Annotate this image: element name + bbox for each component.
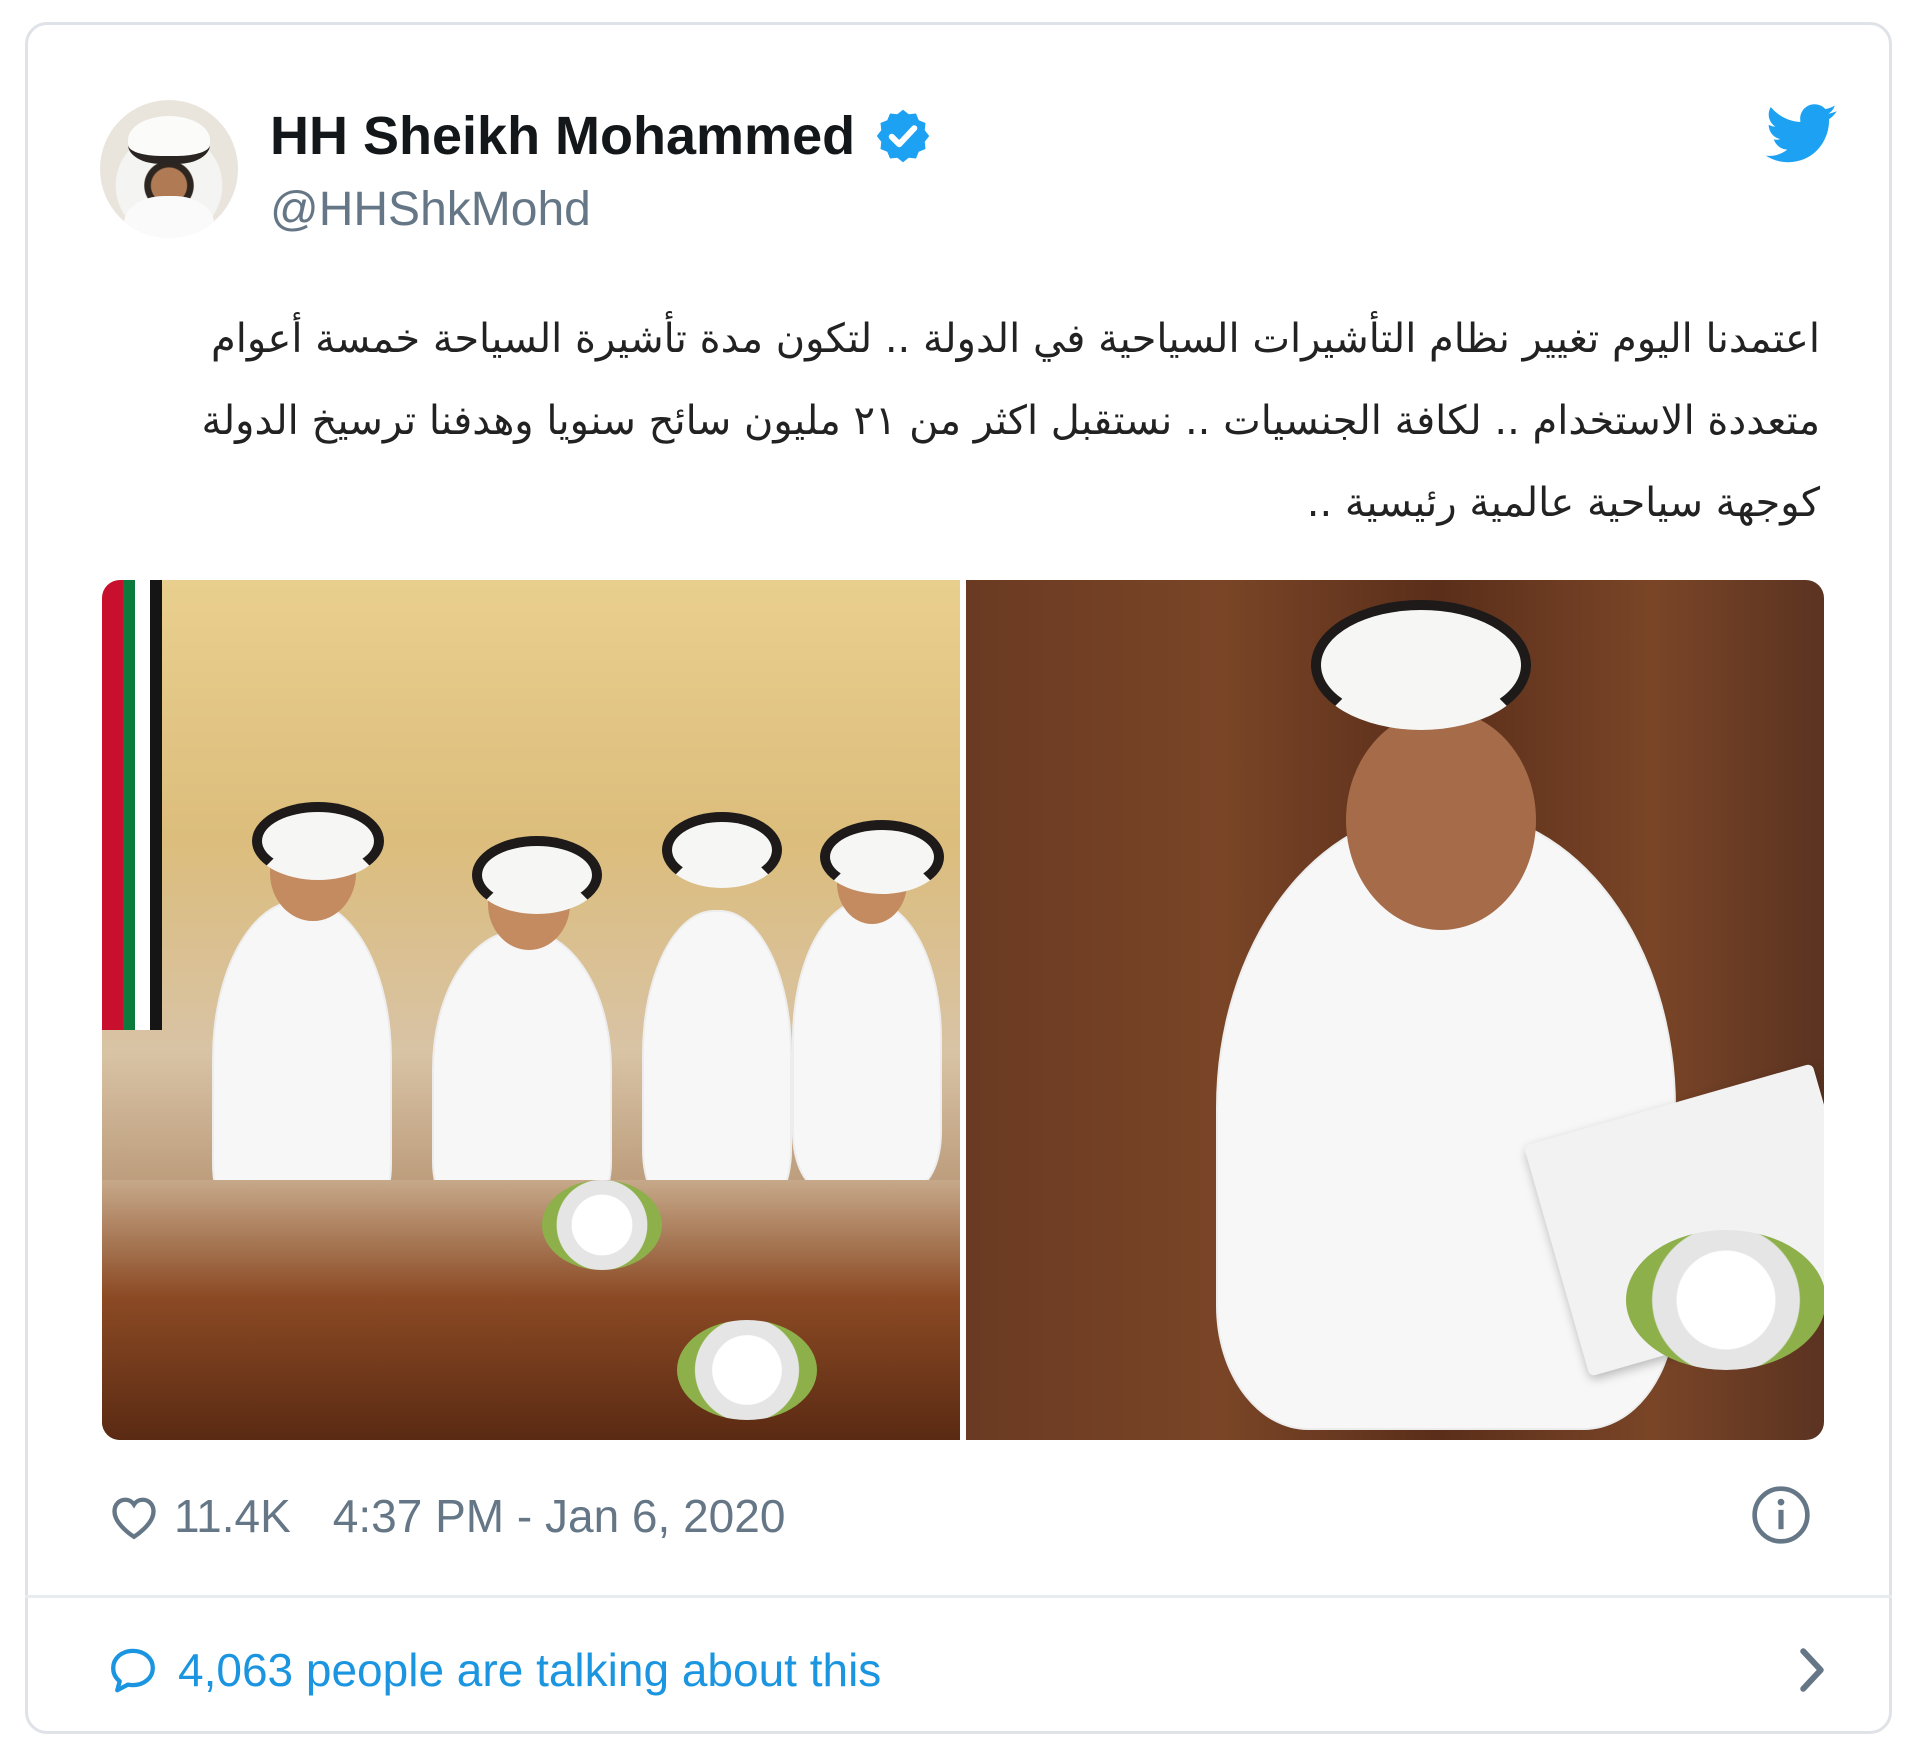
meeting-photo-right[interactable] [966, 580, 1824, 1440]
tweet-meta: 11.4K 4:37 PM - Jan 6, 2020 [108, 1486, 785, 1546]
headdress [472, 836, 602, 914]
twitter-bird-icon[interactable] [1766, 104, 1838, 164]
author-name[interactable]: HH Sheikh Mohammed [270, 104, 855, 168]
flower-arrangement [677, 1320, 817, 1420]
tweet-text: اعتمدنا اليوم تغيير نظام التأشيرات السيا… [201, 316, 1820, 526]
meeting-photo-left[interactable] [102, 580, 960, 1440]
tweet-media[interactable] [102, 580, 1824, 1440]
chevron-right-icon[interactable] [1792, 1640, 1832, 1700]
person-figure [432, 930, 612, 1220]
author-name-row[interactable]: HH Sheikh Mohammed [270, 104, 933, 168]
flag-image [102, 580, 162, 1030]
author-avatar[interactable] [100, 100, 238, 238]
tweet-timestamp[interactable]: 4:37 PM - Jan 6, 2020 [333, 1489, 786, 1543]
headdress [252, 802, 384, 880]
divider [25, 1595, 1892, 1598]
conversation-link[interactable]: 4,063 people are talking about this [106, 1640, 881, 1700]
flower-arrangement [542, 1180, 662, 1270]
like-count[interactable]: 11.4K [174, 1489, 291, 1543]
headdress [1311, 600, 1531, 730]
headdress [820, 820, 944, 894]
heart-icon[interactable] [108, 1492, 160, 1540]
flower-arrangement [1626, 1230, 1824, 1370]
headdress [662, 812, 782, 888]
talking-count[interactable]: 4,063 people are talking about this [178, 1643, 881, 1697]
meeting-table [102, 1180, 960, 1440]
person-head [1346, 710, 1536, 930]
person-figure [792, 900, 942, 1190]
speech-bubble-icon [111, 1648, 155, 1693]
info-icon[interactable] [1750, 1484, 1812, 1546]
author-handle[interactable]: @HHShkMohd [270, 182, 591, 238]
person-figure [642, 910, 792, 1210]
verified-badge-icon [876, 109, 930, 163]
